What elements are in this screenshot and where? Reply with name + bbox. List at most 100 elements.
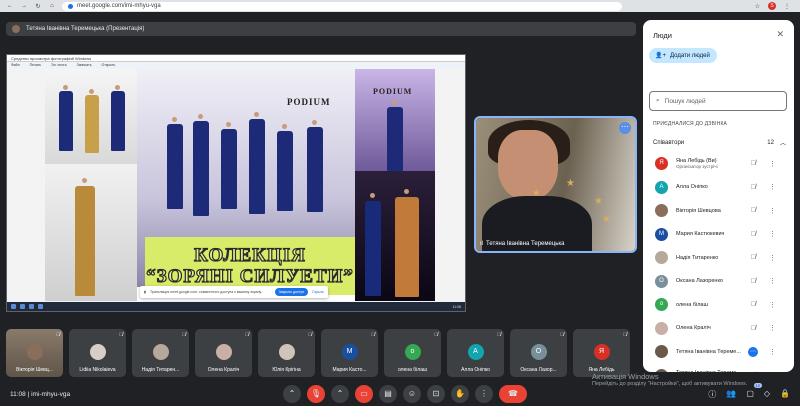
address-bar[interactable]: meet.google.com/imi-mhyu-vga [62,1,622,11]
mic-muted-icon: 🎙̸ [623,332,627,338]
presenter-tile[interactable]: ★ ★ ★ ★ ⋯ ıl Тетяна Іванівна Теремецька [474,116,637,253]
search-input[interactable]: ⌕ Пошук людей [649,91,787,111]
participant-avatar: А [655,180,668,194]
participant-row[interactable]: А Алла Оніпко 🎙̸ ⋮ [643,176,794,200]
profile-avatar[interactable]: S [768,2,776,10]
participant-name-block: Олена Краліч [676,325,711,331]
participant-row[interactable]: Надія Титаренко 🎙̸ ⋮ [643,246,794,270]
forward-icon[interactable]: → [20,3,28,10]
mic-muted-icon[interactable]: 🎙̸ [751,184,756,191]
participant-name-block: Оксана Лазоренко [676,278,723,284]
participant-row[interactable]: Тетяна Іванівна Тереме... ⋯ ⋮ [643,340,794,364]
camera-options-icon[interactable]: ⌃ [331,385,349,403]
mic-muted-icon: 🎙̸ [245,332,249,338]
more-options-icon[interactable]: ⋯ [619,122,631,134]
participant-name-block: Надія Титаренко [676,255,718,261]
participant-row[interactable]: Тетяна Іванівна Тереме... Презентація 🎙̸… [643,364,794,372]
chat-icon[interactable]: ▢ [746,389,754,400]
audio-active-icon[interactable]: ⋯ [748,346,758,357]
participant-role: Організатор зустрічі [676,164,718,170]
participant-row[interactable]: М Мария Кастюкевич 🎙̸ ⋮ [643,223,794,247]
participant-more-icon[interactable]: ⋮ [769,371,776,372]
participant-more-icon[interactable]: ⋮ [769,160,776,168]
tile-name: Вікторія Шевц... [16,367,53,373]
star-decoration-icon: ★ [532,188,541,199]
participant-avatar: о [655,298,668,312]
mic-muted-icon[interactable]: 🎙̸ [751,160,756,167]
meet-controls-bar: 11:08 | imi-mhyu-vga ⌃ 🎙 ⌃ ▭ ▤ ☺ ⊡ ✋ ⋮ ☎… [0,383,800,406]
participant-tile[interactable]: М 🎙̸ Мария Касто... [321,329,378,377]
participant-avatar: Я [655,157,668,171]
mic-muted-icon[interactable]: 🎙̸ [751,278,756,285]
group-label: Співавтори [653,139,685,146]
slide-image: PODIUM PODIUM КОЛЕКЦІЯ “ЗОРЯНІ СИЛУЕТИ” [45,69,435,301]
mic-muted-icon[interactable]: 🎙̸ [751,254,756,261]
participant-more-icon[interactable]: ⋮ [769,348,776,356]
group-count: 12 [767,139,774,146]
participant-more-icon[interactable]: ⋮ [769,183,776,191]
participant-more-icon[interactable]: ⋮ [769,254,776,262]
participant-tile[interactable]: о 🎙̸ олена білаш [384,329,441,377]
participant-name: Тетяна Іванівна Тереме... [676,348,741,355]
participant-row[interactable]: о олена білаш 🎙̸ ⋮ [643,293,794,317]
participant-avatar: О [655,274,668,288]
participant-tile[interactable]: А 🎙̸ Алла Оніпко [447,329,504,377]
mic-off-button[interactable]: 🎙 [307,385,325,403]
viewer-menu-item: Записать [76,63,92,67]
host-controls-icon[interactable]: 🔒 [780,389,790,400]
emoji-button[interactable]: ☺ [403,385,421,403]
participant-more-icon[interactable]: ⋮ [769,301,776,309]
mic-options-icon[interactable]: ⌃ [283,385,301,403]
tile-avatar: о [404,344,421,360]
back-icon[interactable]: ← [6,3,14,10]
camera-off-button[interactable]: ▭ [355,385,373,403]
taskbar-app-icon [38,304,43,309]
reload-icon[interactable]: ↻ [34,3,42,10]
menu-icon[interactable]: ⋮ [784,3,790,10]
activities-icon[interactable]: ◇ [764,389,770,400]
mic-muted-icon[interactable]: 🎙̸ [751,231,756,238]
participant-tile[interactable]: 🎙̸ Олена Краліч [195,329,252,377]
stop-sharing-button[interactable]: Закрыть доступ [274,288,309,296]
star-icon[interactable]: ☆ [755,3,760,10]
tile-name: Юлія Крігіна [272,367,301,373]
home-icon[interactable]: ⌂ [48,3,56,10]
hide-notice-button[interactable]: Скрыть [312,290,324,294]
people-panel: Люди ✕ 👤+ Додати людей ⌕ Пошук людей ПРИ… [643,20,794,372]
participant-tile[interactable]: 🎙̸ Lidiia Nikolaieva [69,329,126,377]
participant-name-block: олена білаш [676,302,708,308]
mic-muted-icon[interactable]: 🎙̸ [751,325,756,332]
close-icon[interactable]: ✕ [776,29,784,40]
participant-row[interactable]: Вікторія Шевцова 🎙̸ ⋮ [643,199,794,223]
participant-name: олена білаш [676,301,708,308]
participant-row[interactable]: О Оксана Лазоренко 🎙̸ ⋮ [643,270,794,294]
more-options-button[interactable]: ⋮ [475,385,493,403]
mic-muted-icon[interactable]: 🎙̸ [751,207,756,214]
participant-row[interactable]: Олена Краліч 🎙̸ ⋮ [643,317,794,341]
captions-button[interactable]: ▤ [379,385,397,403]
call-controls: ⌃ 🎙 ⌃ ▭ ▤ ☺ ⊡ ✋ ⋮ ☎ [283,385,527,403]
add-people-button[interactable]: 👤+ Додати людей [649,48,717,63]
present-button[interactable]: ⊡ [427,385,445,403]
participant-tile[interactable]: 🎙̸ Вікторія Шевц... [6,329,63,377]
participant-name-block: Мария Кастюкевич [676,231,724,237]
participant-row[interactable]: Я Яна Лебідь (Ви) Організатор зустрічі 🎙… [643,152,794,176]
raise-hand-button[interactable]: ✋ [451,385,469,403]
info-icon[interactable]: ⓘ [708,389,716,400]
leave-call-button[interactable]: ☎ [499,385,527,403]
mic-muted-icon[interactable]: 🎙̸ [751,301,756,308]
tile-name: Мария Касто... [332,367,367,373]
participant-more-icon[interactable]: ⋮ [769,230,776,238]
participant-more-icon[interactable]: ⋮ [769,277,776,285]
participant-tile[interactable]: 🎙̸ Юлія Крігіна [258,329,315,377]
participant-more-icon[interactable]: ⋮ [769,324,776,332]
participant-more-icon[interactable]: ⋮ [769,207,776,215]
presentation-title: Тетяна Іванівна Теремецька (Презентація) [26,26,145,32]
group-header[interactable]: Співавтори 12 ︿ [647,134,790,151]
tile-name: Олена Краліч [207,367,240,373]
people-icon[interactable]: 👥 [726,389,736,400]
participant-tile[interactable]: О 🎙̸ Оксана Лазор... [510,329,567,377]
participant-tile[interactable]: 🎙̸ Надія Титарен... [132,329,189,377]
participant-tile[interactable]: Я 🎙̸ Яна Лебідь [573,329,630,377]
mic-muted-icon: 🎙̸ [308,332,312,338]
